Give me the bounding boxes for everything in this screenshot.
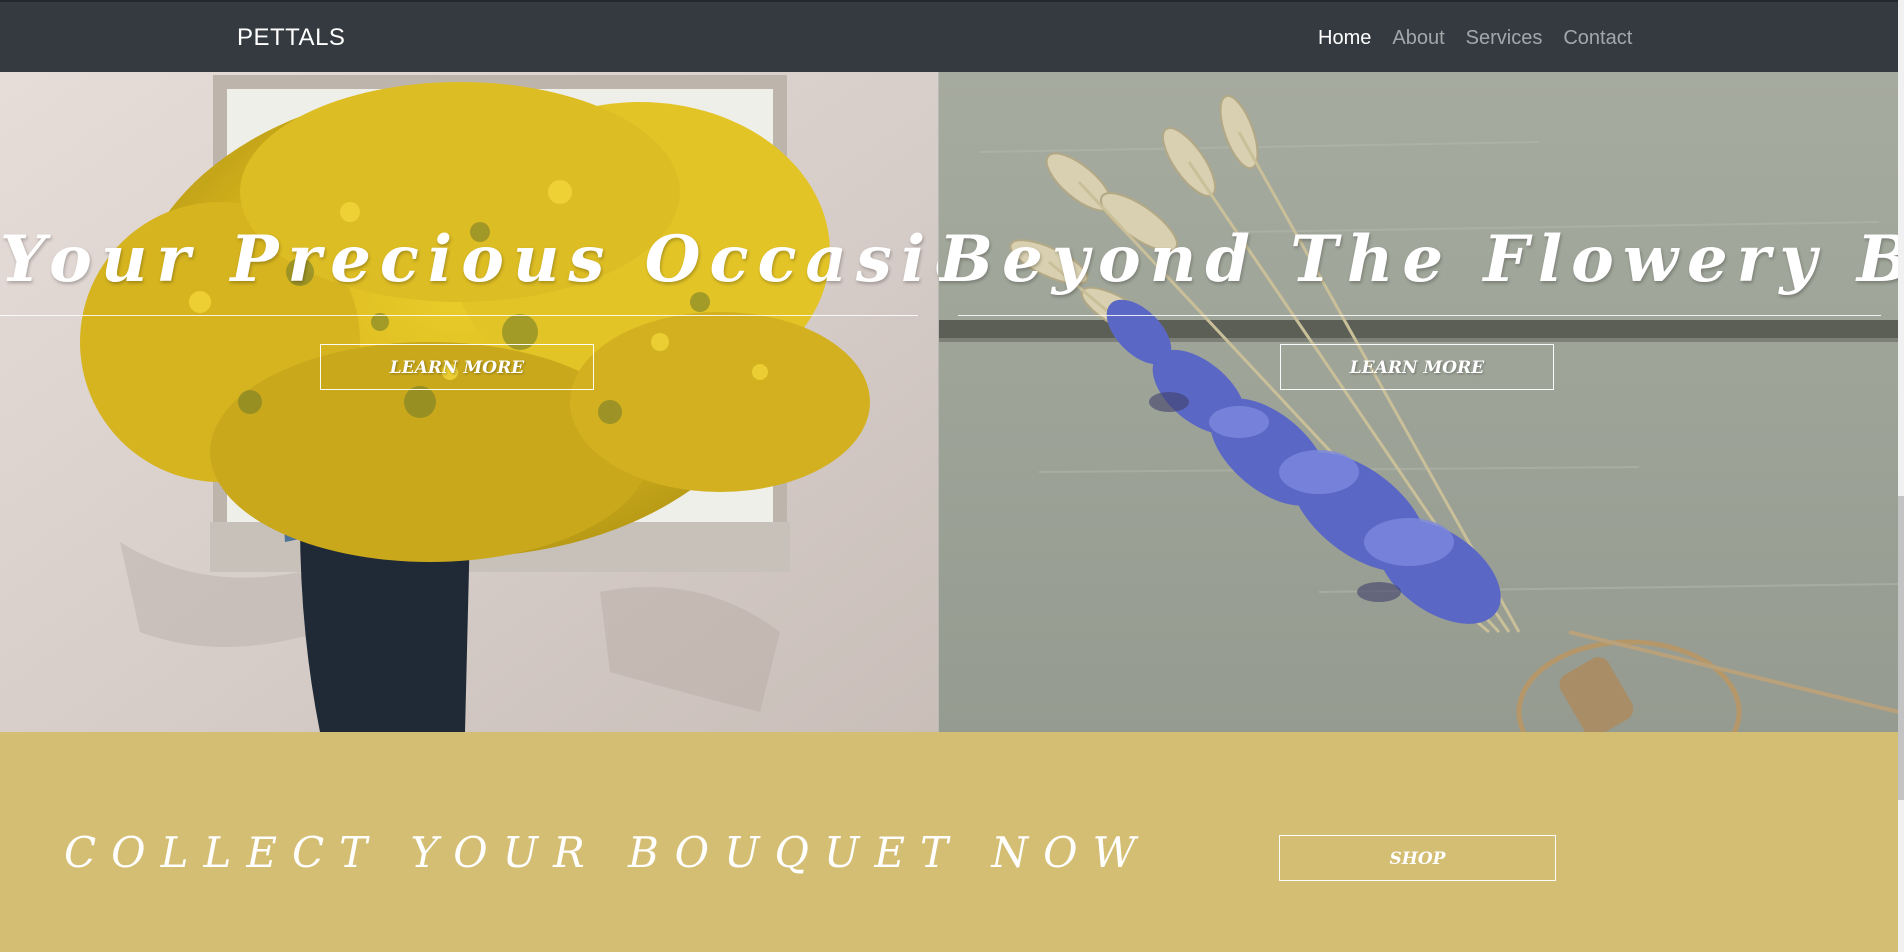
nav-link-home[interactable]: Home bbox=[1318, 27, 1371, 50]
navbar: PETTALS Home About Services Contact bbox=[0, 0, 1904, 72]
page-scrollbar[interactable] bbox=[1898, 0, 1904, 952]
learn-more-button-occasion[interactable]: LEARN MORE bbox=[320, 344, 594, 390]
cta-heading: COLLECT YOUR BOUQUET NOW bbox=[64, 828, 1151, 877]
shop-button[interactable]: SHOP bbox=[1279, 835, 1556, 881]
nav-links: Home About Services Contact bbox=[1318, 27, 1632, 50]
cta-section: COLLECT YOUR BOUQUET NOW SHOP bbox=[0, 732, 1904, 952]
scrollbar-thumb[interactable] bbox=[1898, 496, 1904, 800]
learn-more-button-flowery-bud[interactable]: LEARN MORE bbox=[1280, 344, 1554, 390]
hero-divider bbox=[0, 315, 918, 316]
mimosa-bouquet-photo bbox=[0, 72, 938, 732]
brand-logo[interactable]: PETTALS bbox=[237, 24, 345, 52]
nav-link-contact[interactable]: Contact bbox=[1563, 27, 1632, 50]
nav-link-services[interactable]: Services bbox=[1466, 27, 1543, 50]
nav-link-about[interactable]: About bbox=[1392, 27, 1444, 50]
hero-divider bbox=[958, 315, 1881, 316]
hero-panel-occasion: Your Precious Occasion LEARN MORE bbox=[0, 72, 938, 732]
hero-section: Your Precious Occasion LEARN MORE Beyond… bbox=[0, 72, 1904, 732]
hero-title-occasion: Your Precious Occasion bbox=[0, 222, 938, 297]
hero-title-flowery-bud: Beyond The Flowery Bud bbox=[939, 222, 1904, 297]
hero-panel-flowery-bud: Beyond The Flowery Bud LEARN MORE bbox=[938, 72, 1904, 732]
lavender-wheat-bouquet-photo bbox=[939, 72, 1904, 732]
